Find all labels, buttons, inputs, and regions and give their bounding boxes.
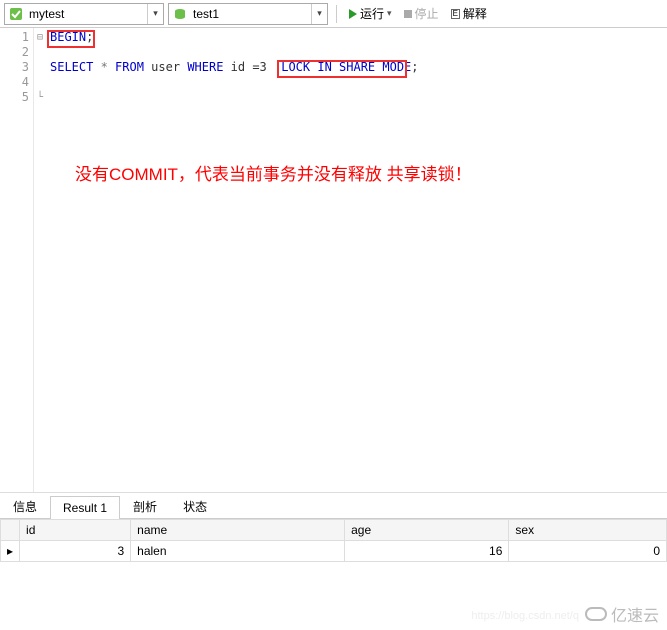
separator [336, 5, 337, 23]
tab-profile[interactable]: 剖析 [120, 493, 170, 519]
run-button[interactable]: 运行 ▾ [345, 3, 396, 24]
cell-age[interactable]: 16 [345, 541, 509, 562]
cell-sex[interactable]: 0 [509, 541, 667, 562]
result-tabs: 信息 Result 1 剖析 状态 [0, 493, 667, 519]
watermark-csdn: https://blog.csdn.net/q [471, 610, 579, 622]
watermark-brand: 亿速云 [585, 602, 659, 626]
col-sex[interactable]: sex [509, 520, 667, 541]
line-gutter: 1 2 3 4 5 [0, 28, 34, 492]
code-line-5 [50, 90, 663, 105]
col-id[interactable]: id [20, 520, 131, 541]
toolbar: mytest ▾ test1 ▾ 运行 ▾ 停止 E 解释 [0, 0, 667, 28]
fold-end: └ [34, 90, 46, 105]
cloud-icon [585, 607, 607, 621]
code-area[interactable]: BEGIN; SELECT * FROM user WHERE id =3 LO… [46, 28, 667, 492]
row-nav-header [1, 520, 20, 541]
annotation-text: 没有COMMIT，代表当前事务并没有释放 共享读锁！ [75, 160, 472, 185]
table-dropdown[interactable]: test1 ▾ [168, 3, 328, 25]
fold-line [34, 45, 46, 60]
explain-icon: E [451, 9, 460, 19]
line-number: 4 [0, 75, 29, 90]
database-icon [7, 5, 25, 23]
tab-info[interactable]: 信息 [0, 493, 50, 519]
line-number: 5 [0, 90, 29, 105]
explain-label: 解释 [463, 5, 487, 22]
highlight-box-begin [47, 30, 95, 48]
database-dropdown[interactable]: mytest ▾ [4, 3, 164, 25]
table-icon [171, 5, 189, 23]
stop-button[interactable]: 停止 [400, 3, 443, 24]
table-header-row: id name age sex [1, 520, 667, 541]
line-number: 2 [0, 45, 29, 60]
code-line-2 [50, 45, 663, 60]
fold-icon[interactable]: ⊟ [34, 30, 46, 45]
table-row[interactable]: ▸ 3 halen 16 0 [1, 541, 667, 562]
line-number: 3 [0, 60, 29, 75]
play-icon [349, 9, 357, 19]
col-name[interactable]: name [131, 520, 345, 541]
fold-line [34, 60, 46, 75]
cell-name[interactable]: halen [131, 541, 345, 562]
run-label: 运行 [360, 5, 384, 22]
explain-button[interactable]: E 解释 [447, 3, 491, 24]
result-table: id name age sex ▸ 3 halen 16 0 [0, 519, 667, 562]
stop-icon [404, 10, 412, 18]
col-age[interactable]: age [345, 520, 509, 541]
chevron-down-icon: ▾ [147, 4, 163, 24]
chevron-down-icon: ▾ [387, 8, 392, 19]
line-number: 1 [0, 30, 29, 45]
database-name: mytest [27, 7, 147, 21]
table-name: test1 [191, 7, 311, 21]
brand-text: 亿速云 [611, 602, 659, 626]
cell-id[interactable]: 3 [20, 541, 131, 562]
row-indicator-icon: ▸ [1, 541, 20, 562]
tab-result1[interactable]: Result 1 [50, 496, 120, 519]
chevron-down-icon: ▾ [311, 4, 327, 24]
fold-column: ⊟ └ [34, 28, 46, 492]
sql-editor[interactable]: 1 2 3 4 5 ⊟ └ BEGIN; SELECT * FROM user … [0, 28, 667, 493]
stop-label: 停止 [415, 5, 439, 22]
tab-status[interactable]: 状态 [170, 493, 220, 519]
highlight-box-lock [277, 60, 407, 78]
fold-line [34, 75, 46, 90]
code-line-1: BEGIN; [50, 30, 663, 45]
